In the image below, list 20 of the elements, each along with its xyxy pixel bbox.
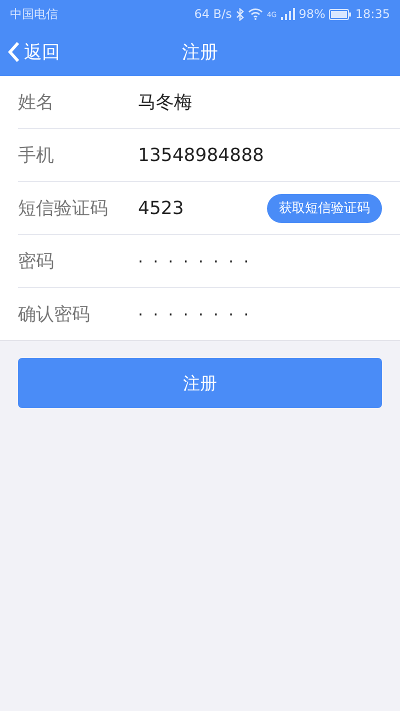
signal-icon — [280, 8, 295, 20]
input-field[interactable]: ········ — [138, 304, 382, 324]
field-label: 姓名 — [18, 91, 55, 114]
battery-icon — [329, 8, 352, 20]
battery-percent: 98% — [298, 7, 326, 21]
field-label: 密码 — [18, 250, 55, 273]
network-speed: 64 B/s — [194, 7, 232, 21]
chevron-left-icon — [8, 41, 20, 63]
wifi-icon — [248, 8, 263, 20]
field-label: 手机 — [18, 144, 55, 167]
field-label: 确认密码 — [18, 303, 91, 326]
page-title: 注册 — [182, 41, 218, 64]
clock: 18:35 — [355, 7, 390, 21]
input-field[interactable]: 13548984888 — [138, 144, 382, 166]
input-field[interactable]: ········ — [138, 252, 382, 270]
bluetooth-icon — [236, 8, 244, 20]
field-label: 短信验证码 — [18, 197, 109, 220]
input-field[interactable]: 4523 — [138, 198, 267, 218]
input-field[interactable]: 马冬梅 — [138, 90, 382, 114]
carrier-name: 中国电信 — [10, 6, 58, 22]
